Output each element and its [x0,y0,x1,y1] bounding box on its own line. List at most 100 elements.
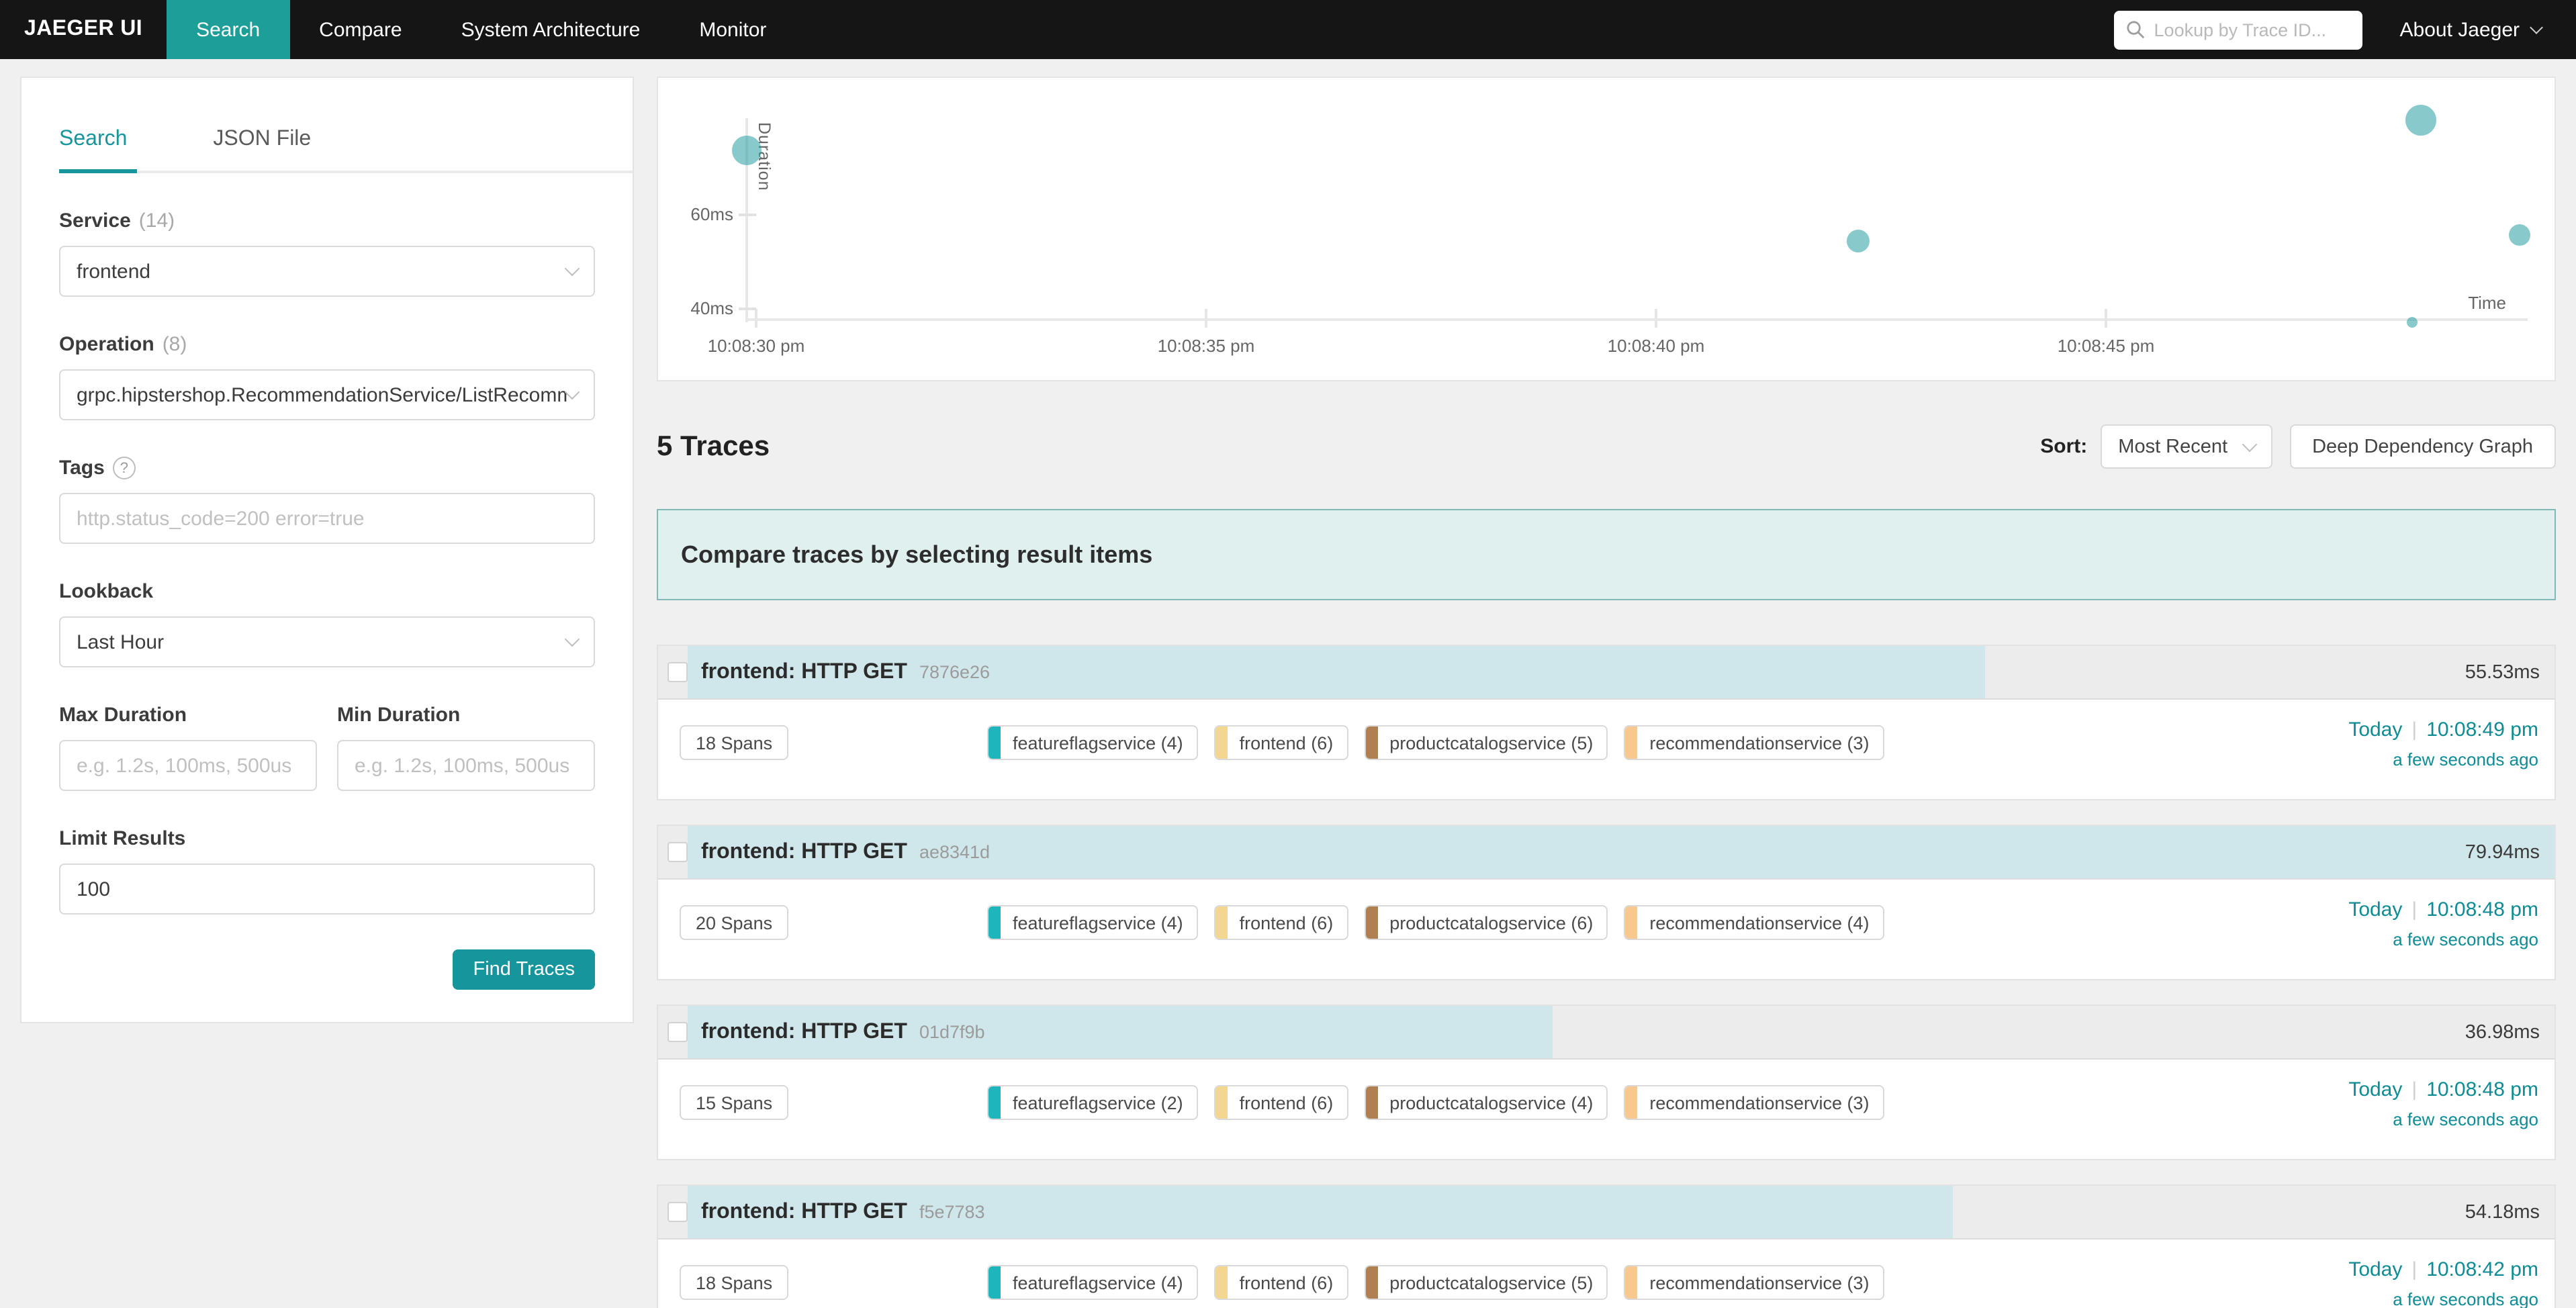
results-header: 5 Traces Sort: Most Recent Deep Dependen… [657,424,2556,469]
app-brand: JAEGER UI [0,0,167,59]
about-jaeger-menu[interactable]: About Jaeger [2400,18,2541,41]
max-duration-input[interactable] [77,754,300,777]
sort-value: Most Recent [2118,436,2227,457]
service-label: Service (14) [59,209,595,232]
span-count-chip: 20 Spans [680,905,788,940]
deep-dependency-graph-button[interactable]: Deep Dependency Graph [2289,424,2556,469]
trace-checkbox[interactable] [668,662,688,682]
min-duration-field [337,740,595,791]
find-traces-button[interactable]: Find Traces [453,949,596,990]
tabs-divider [59,171,633,173]
x-tick-mark [1205,309,1207,328]
nav-right: About Jaeger [2114,0,2576,59]
trace-title[interactable]: frontend: HTTP GET 01d7f9b [688,1020,985,1044]
chevron-down-icon [2242,436,2257,452]
tags-input[interactable] [77,507,578,530]
trace-title[interactable]: frontend: HTTP GET f5e7783 [688,1200,985,1224]
sidebar-tabs: Search JSON File [59,78,595,152]
trace-duration: 55.53ms [2465,646,2540,698]
trace-card[interactable]: frontend: HTTP GET ae8341d 79.94ms 20 Sp… [657,825,2556,980]
trace-card-header: frontend: HTTP GET ae8341d 79.94ms [658,826,2555,880]
service-color-swatch [1625,727,1637,759]
trace-id-lookup [2114,10,2362,49]
operation-label: Operation (8) [59,333,595,356]
search-icon [2126,20,2145,39]
trace-checkbox[interactable] [668,842,688,862]
scatter-point[interactable] [1847,230,1870,253]
sort-select[interactable]: Most Recent [2101,424,2272,469]
nav-item-compare[interactable]: Compare [289,0,431,59]
service-count: (14) [139,209,175,232]
trace-id: ae8341d [919,841,990,861]
service-chip: frontend (6) [1214,905,1348,940]
service-color-swatch [1625,1266,1637,1299]
lookback-value: Last Hour [77,630,567,653]
trace-time: 10:08:48 pm [2426,898,2538,921]
tab-json-file[interactable]: JSON File [213,128,311,152]
trace-count: 5 Traces [657,430,770,463]
service-chip: productcatalogservice (5) [1364,1265,1608,1300]
scatter-point[interactable] [2405,105,2436,136]
y-tick-label: 40ms [677,297,733,318]
min-duration-input[interactable] [355,754,578,777]
tab-search[interactable]: Search [59,128,127,152]
service-chip: featureflagservice (2) [987,1085,1198,1120]
trace-relative-time: a few seconds ago [2348,1289,2538,1308]
x-axis-line [747,318,2528,321]
min-duration-label: Min Duration [337,704,595,727]
lookback-select[interactable]: Last Hour [59,616,595,667]
trace-card[interactable]: frontend: HTTP GET 7876e26 55.53ms 18 Sp… [657,645,2556,800]
trace-title[interactable]: frontend: HTTP GET 7876e26 [688,660,990,684]
service-color-swatch [988,906,1001,939]
operation-select[interactable]: grpc.hipstershop.RecommendationService/L… [59,369,595,420]
service-color-swatch [1625,1086,1637,1119]
service-chip: recommendationservice (3) [1624,1265,1884,1300]
service-color-swatch [988,1086,1001,1119]
trace-relative-time: a few seconds ago [2348,749,2538,769]
search-results-main: Duration Time 10:08:30 pm10:08:35 pm10:0… [657,77,2556,1308]
help-icon[interactable]: ? [113,457,136,479]
chevron-down-icon [565,385,580,400]
top-nav: JAEGER UI Search Compare System Architec… [0,0,2576,59]
span-count-chip: 18 Spans [680,725,788,760]
trace-duration: 54.18ms [2465,1186,2540,1238]
trace-title[interactable]: frontend: HTTP GET ae8341d [688,840,990,864]
x-tick-mark [755,309,757,328]
service-chip: featureflagservice (4) [987,1265,1198,1300]
trace-checkbox[interactable] [668,1202,688,1222]
service-chip: frontend (6) [1214,725,1348,760]
operation-value: grpc.hipstershop.RecommendationService/L… [77,383,567,406]
service-chip: featureflagservice (4) [987,725,1198,760]
trace-card-header: frontend: HTTP GET 01d7f9b 36.98ms [658,1006,2555,1060]
trace-id-lookup-input[interactable] [2154,19,2350,40]
x-axis-label: Time [2468,293,2506,313]
tags-field [59,493,595,544]
trace-checkbox[interactable] [668,1022,688,1042]
compare-banner: Compare traces by selecting result items [657,509,2556,600]
trace-time: 10:08:48 pm [2426,1078,2538,1101]
search-sidebar: Search JSON File Service (14) frontend O… [20,77,634,1023]
trace-card[interactable]: frontend: HTTP GET 01d7f9b 36.98ms 15 Sp… [657,1005,2556,1160]
service-chip: recommendationservice (4) [1624,905,1884,940]
nav-item-search[interactable]: Search [167,0,289,59]
service-chip: productcatalogservice (4) [1364,1085,1608,1120]
trace-card[interactable]: frontend: HTTP GET f5e7783 54.18ms 18 Sp… [657,1184,2556,1308]
service-color-swatch [988,1266,1001,1299]
service-color-swatch [1215,1086,1228,1119]
x-tick-mark [2105,309,2107,328]
trace-duration: 36.98ms [2465,1006,2540,1058]
x-tick-label: 10:08:35 pm [1112,336,1300,356]
limit-results-field [59,863,595,915]
service-color-swatch [1365,1266,1377,1299]
service-select[interactable]: frontend [59,246,595,297]
trace-day: Today [2348,1258,2402,1281]
scatter-point[interactable] [2407,317,2418,328]
service-chip: productcatalogservice (5) [1364,725,1608,760]
nav-item-monitor[interactable]: Monitor [670,0,796,59]
scatter-point[interactable] [2509,224,2530,246]
trace-time: 10:08:42 pm [2426,1258,2538,1281]
trace-id: 7876e26 [919,661,990,682]
service-chip: featureflagservice (4) [987,905,1198,940]
limit-results-input[interactable] [77,878,578,900]
nav-item-system-architecture[interactable]: System Architecture [432,0,670,59]
